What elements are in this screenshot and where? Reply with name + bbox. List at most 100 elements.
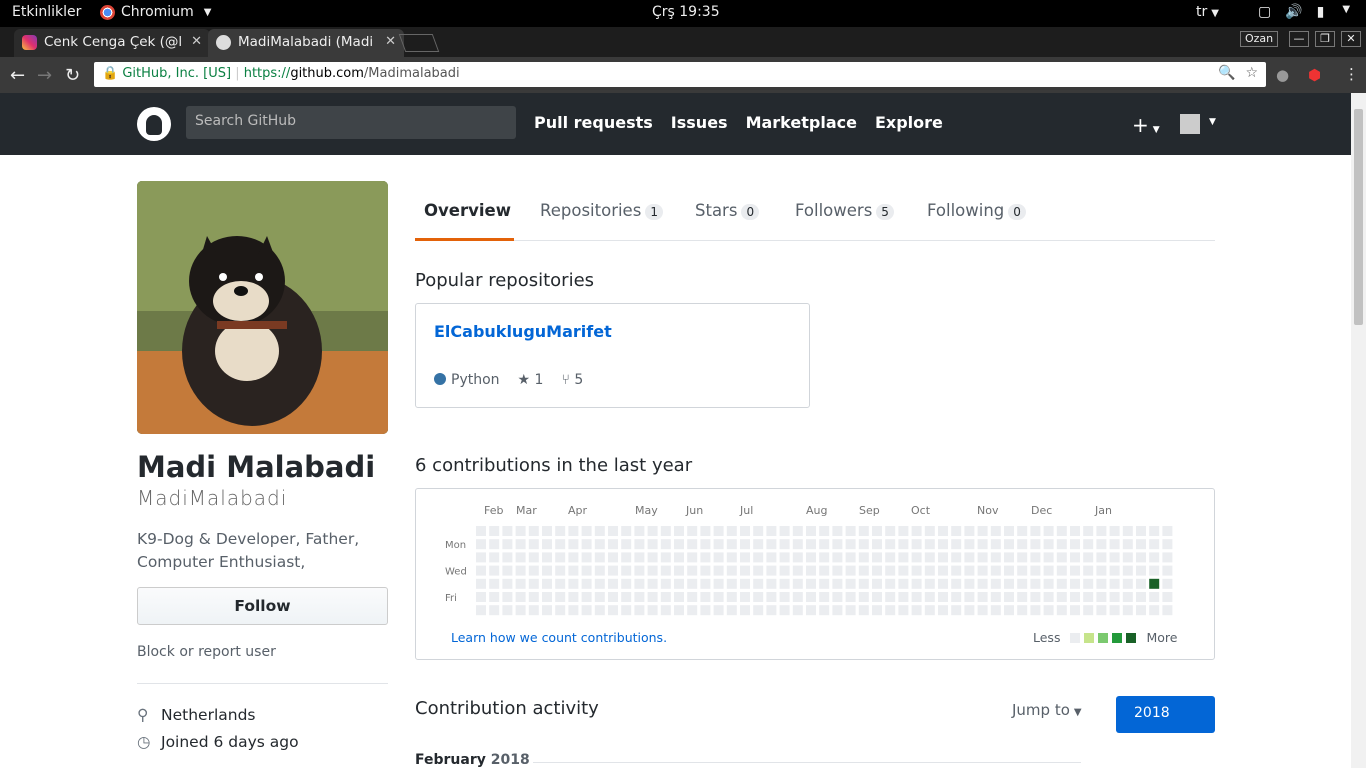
contribution-day-cell[interactable]	[515, 578, 526, 589]
contribution-day-cell[interactable]	[581, 552, 592, 563]
contribution-day-cell[interactable]	[1030, 592, 1041, 602]
contribution-day-cell[interactable]	[542, 592, 552, 602]
contribution-day-cell[interactable]	[647, 592, 658, 602]
contribution-day-cell[interactable]	[1136, 578, 1146, 589]
contribution-day-cell[interactable]	[687, 578, 698, 589]
contribution-day-cell[interactable]	[502, 526, 513, 536]
contribution-day-cell[interactable]	[687, 605, 698, 616]
contribution-day-cell[interactable]	[938, 539, 948, 550]
contribution-day-cell[interactable]	[502, 592, 513, 602]
page-scrollbar[interactable]	[1351, 93, 1366, 768]
contribution-day-cell[interactable]	[608, 592, 618, 602]
contribution-day-cell[interactable]	[700, 592, 711, 602]
contribution-day-cell[interactable]	[542, 552, 552, 563]
contribution-day-cell[interactable]	[1083, 552, 1094, 563]
contribution-day-cell[interactable]	[528, 605, 539, 616]
contribution-day-cell[interactable]	[1162, 526, 1173, 536]
repo-forks[interactable]: ⑂ 5	[561, 372, 583, 388]
contribution-day-cell[interactable]	[845, 578, 856, 589]
contribution-day-cell[interactable]	[1149, 539, 1160, 550]
contribution-day-cell[interactable]	[1056, 592, 1067, 602]
contribution-day-cell[interactable]	[872, 578, 882, 589]
contribution-day-cell[interactable]	[819, 565, 830, 576]
contribution-day-cell[interactable]	[792, 565, 803, 576]
contribution-day-cell[interactable]	[845, 592, 856, 602]
contribution-day-cell[interactable]	[713, 539, 724, 550]
contribution-day-cell[interactable]	[911, 578, 922, 589]
contribution-day-cell[interactable]	[990, 565, 1001, 576]
contribution-day-cell[interactable]	[528, 526, 539, 536]
contribution-day-cell[interactable]	[726, 539, 737, 550]
contribution-day-cell[interactable]	[753, 552, 764, 563]
contribution-day-cell[interactable]	[872, 592, 882, 602]
contribution-day-cell[interactable]	[634, 539, 645, 550]
contribution-day-cell[interactable]	[555, 539, 566, 550]
contribution-day-cell[interactable]	[674, 592, 684, 602]
contribution-day-cell[interactable]	[885, 578, 896, 589]
contribution-day-cell[interactable]	[621, 552, 632, 563]
contribution-day-cell[interactable]	[515, 539, 526, 550]
jump-to-dropdown[interactable]: Jump to ▼	[1012, 701, 1082, 719]
contribution-day-cell[interactable]	[1004, 605, 1014, 616]
contribution-day-cell[interactable]	[502, 605, 513, 616]
contribution-day-cell[interactable]	[1030, 539, 1041, 550]
contribution-day-cell[interactable]	[977, 605, 988, 616]
tab-repositories[interactable]: Repositories 1	[540, 201, 663, 220]
contribution-day-cell[interactable]	[806, 552, 816, 563]
ev-certificate-label[interactable]: GitHub, Inc. [US]	[122, 66, 231, 81]
contribution-day-cell[interactable]	[528, 578, 539, 589]
contribution-day-cell[interactable]	[806, 592, 816, 602]
contribution-day-cell[interactable]	[568, 552, 579, 563]
contribution-day-cell[interactable]	[502, 578, 513, 589]
contribution-day-cell[interactable]	[924, 539, 935, 550]
contribution-day-cell[interactable]	[528, 565, 539, 576]
contribution-day-cell[interactable]	[726, 565, 737, 576]
contribution-day-cell[interactable]	[1096, 539, 1107, 550]
profile-button[interactable]: Ozan	[1240, 31, 1279, 47]
contribution-day-cell[interactable]	[1056, 539, 1067, 550]
contribution-day-cell[interactable]	[674, 552, 684, 563]
contribution-day-cell[interactable]	[1109, 565, 1120, 576]
contribution-day-cell[interactable]	[660, 605, 671, 616]
contribution-day-cell[interactable]	[964, 565, 975, 576]
contribution-day-cell[interactable]	[608, 565, 618, 576]
contribution-day-cell[interactable]	[674, 539, 684, 550]
contribution-day-cell[interactable]	[542, 578, 552, 589]
contribution-day-cell[interactable]	[938, 552, 948, 563]
contribution-day-cell[interactable]	[938, 605, 948, 616]
contribution-day-cell[interactable]	[832, 605, 843, 616]
contribution-day-cell[interactable]	[819, 578, 830, 589]
contribution-day-cell[interactable]	[1109, 592, 1120, 602]
contribution-day-cell[interactable]	[753, 526, 764, 536]
contribution-day-cell[interactable]	[990, 592, 1001, 602]
contribution-day-cell[interactable]	[674, 578, 684, 589]
contribution-day-cell[interactable]	[621, 605, 632, 616]
contribution-day-cell[interactable]	[990, 605, 1001, 616]
contribution-day-cell[interactable]	[700, 539, 711, 550]
contribution-day-cell[interactable]	[951, 578, 962, 589]
contribution-day-cell[interactable]	[898, 552, 909, 563]
scrollbar-thumb[interactable]	[1354, 109, 1363, 325]
contribution-day-cell[interactable]	[1070, 592, 1080, 602]
contribution-day-cell[interactable]	[1043, 605, 1054, 616]
contribution-day-cell[interactable]	[753, 578, 764, 589]
contribution-day-cell[interactable]	[872, 565, 882, 576]
contribution-day-cell[interactable]	[924, 578, 935, 589]
contribution-day-cell[interactable]	[1017, 552, 1028, 563]
tab-instagram[interactable]: Cenk Cenga Çek (@l ✕	[14, 29, 210, 57]
contribution-day-cell[interactable]	[555, 565, 566, 576]
contribution-day-cell[interactable]	[858, 578, 869, 589]
contribution-day-cell[interactable]	[911, 526, 922, 536]
contribution-day-cell[interactable]	[581, 565, 592, 576]
contribution-day-cell[interactable]	[476, 526, 486, 536]
contribution-day-cell[interactable]	[581, 539, 592, 550]
contribution-day-cell[interactable]	[1030, 605, 1041, 616]
contribution-day-cell[interactable]	[990, 526, 1001, 536]
contribution-day-cell[interactable]	[977, 578, 988, 589]
contribution-day-cell[interactable]	[726, 526, 737, 536]
contribution-day-cell[interactable]	[476, 565, 486, 576]
contribution-day-cell[interactable]	[476, 578, 486, 589]
nav-pull-requests[interactable]: Pull requests	[534, 113, 653, 132]
contribution-day-cell[interactable]	[924, 565, 935, 576]
restore-button[interactable]: ❐	[1315, 31, 1335, 47]
